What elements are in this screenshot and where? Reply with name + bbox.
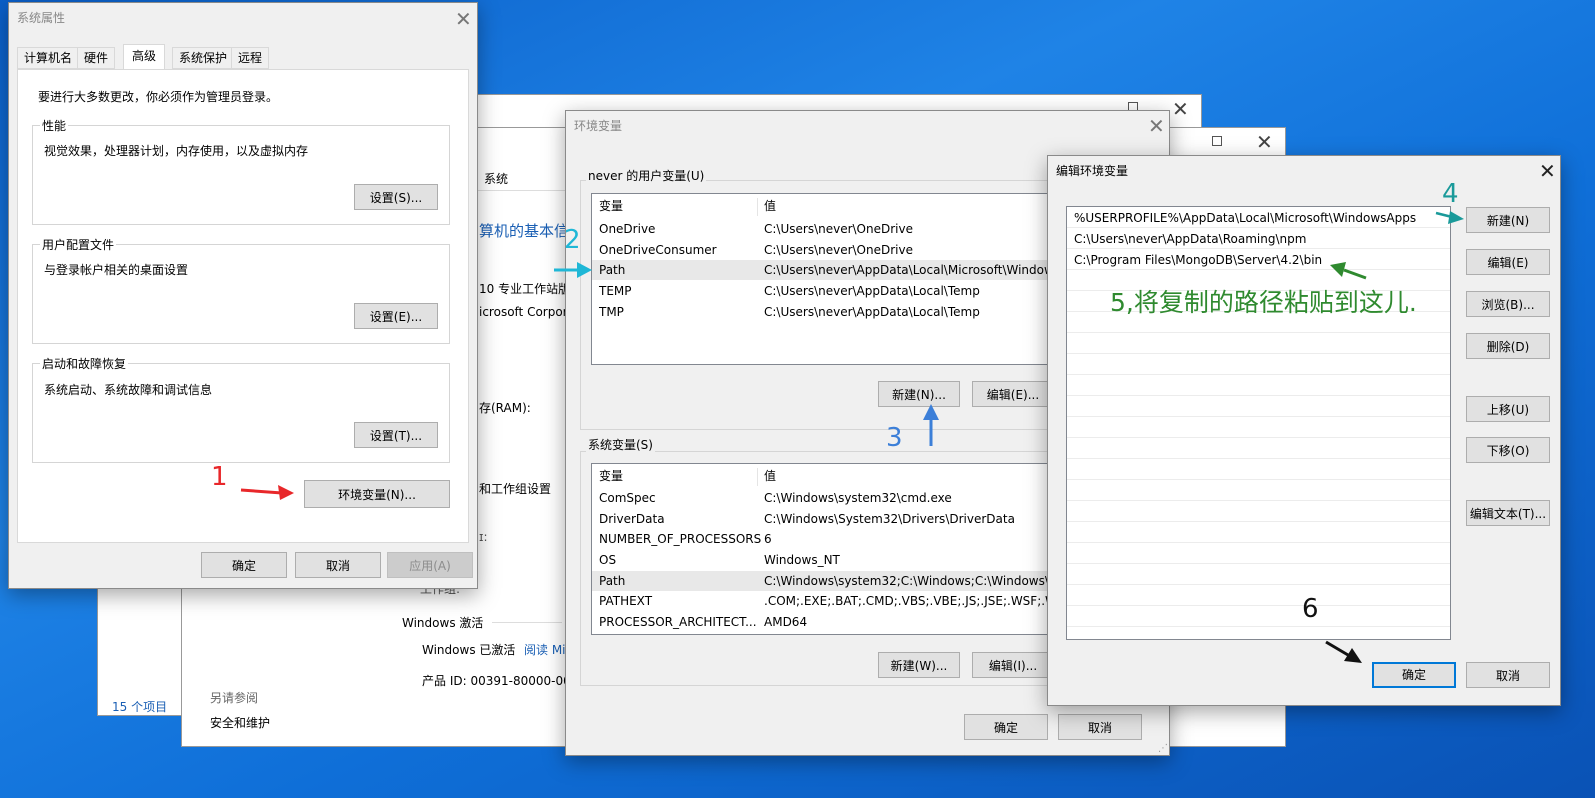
profiles-settings-button[interactable]: 设置(E)... <box>354 303 438 329</box>
dialog-title: 编辑环境变量 <box>1056 164 1129 178</box>
performance-desc: 视觉效果，处理器计划，内存使用，以及虚拟内存 <box>44 144 309 158</box>
profiles-desc: 与登录帐户相关的桌面设置 <box>44 263 189 277</box>
move-down-button[interactable]: 下移(O) <box>1466 437 1550 463</box>
performance-settings-button[interactable]: 设置(S)... <box>354 184 438 210</box>
dialog-title: 系统属性 <box>17 11 66 25</box>
move-up-button[interactable]: 上移(U) <box>1466 396 1550 422</box>
tab-advanced[interactable]: 高级 <box>123 44 166 70</box>
items-count: 15 个项目 <box>112 700 168 714</box>
edit-button[interactable]: 编辑(E) <box>1466 249 1550 275</box>
step-6-label: 6 <box>1302 594 1319 624</box>
system-edit-button[interactable]: 编辑(I)... <box>972 652 1054 678</box>
ram-label: 存(RAM): <box>479 401 531 415</box>
step-1-label: 1 <box>211 462 228 492</box>
column-header-value[interactable]: 值 <box>764 466 776 486</box>
column-divider <box>757 468 758 486</box>
cancel-button[interactable]: 取消 <box>295 552 381 578</box>
delete-button[interactable]: 删除(D) <box>1466 333 1550 359</box>
tab-hardware[interactable]: 硬件 <box>77 47 116 69</box>
security-link[interactable]: 安全和维护 <box>210 714 270 731</box>
startup-settings-button[interactable]: 设置(T)... <box>354 422 438 448</box>
column-divider <box>757 198 758 216</box>
apply-button[interactable]: 应用(A) <box>387 552 473 578</box>
tab-remote[interactable]: 远程 <box>231 47 270 69</box>
system-new-button[interactable]: 新建(W)... <box>878 652 960 678</box>
admin-note: 要进行大多数更改，你必须作为管理员登录。 <box>38 90 279 104</box>
user-new-button[interactable]: 新建(N)... <box>878 381 960 407</box>
activated-text: Windows 已激活 <box>422 643 516 657</box>
product-id: 产品 ID: 00391-80000-000 <box>422 674 579 688</box>
browse-button[interactable]: 浏览(B)... <box>1466 291 1550 317</box>
system-properties-dialog: 系统属性 ✕ 计算机名 硬件 高级 系统保护 远程 要进行大多数更改，你必须作为… <box>8 2 478 589</box>
dialog-title: 环境变量 <box>574 119 623 133</box>
frag-label: ɪ: <box>479 530 488 544</box>
tab-panel: 要进行大多数更改，你必须作为管理员登录。 性能 视觉效果，处理器计划，内存使用，… <box>17 69 469 543</box>
ok-button[interactable]: 确定 <box>1372 662 1456 688</box>
tab-computer-name[interactable]: 计算机名 <box>17 47 80 69</box>
close-icon[interactable]: ✕ <box>1256 132 1273 152</box>
ok-button[interactable]: 确定 <box>964 714 1048 740</box>
maximize-icon[interactable] <box>1212 136 1222 146</box>
user-edit-button[interactable]: 编辑(E)... <box>972 381 1054 407</box>
activation-label: Windows 激活 <box>402 616 484 630</box>
list-item[interactable]: %USERPROFILE%\AppData\Local\Microsoft\Wi… <box>1067 208 1450 228</box>
step-5-label: 5,将复制的路径粘贴到这儿. <box>1110 288 1417 317</box>
cancel-button[interactable]: 取消 <box>1058 714 1142 740</box>
edition-text: 10 专业工作站版 <box>479 282 571 296</box>
close-icon[interactable]: ✕ <box>1172 99 1189 119</box>
step-3-label: 3 <box>886 423 903 453</box>
divider <box>492 622 562 623</box>
profiles-label: 用户配置文件 <box>40 236 117 253</box>
read-link[interactable]: 阅读 Mi <box>524 641 566 658</box>
user-vars-label: never 的用户变量(U) <box>586 167 707 184</box>
column-header-value[interactable]: 值 <box>764 196 776 216</box>
resize-grip-icon[interactable]: ⋰ <box>1158 743 1168 754</box>
list-item[interactable]: C:\Users\never\AppData\Roaming\npm <box>1067 229 1450 249</box>
ok-button[interactable]: 确定 <box>201 552 287 578</box>
step-2-label: 2 <box>564 225 581 255</box>
cancel-button[interactable]: 取消 <box>1466 662 1550 688</box>
path-entries-list[interactable]: %USERPROFILE%\AppData\Local\Microsoft\Wi… <box>1066 206 1451 640</box>
performance-label: 性能 <box>40 117 69 134</box>
breadcrumb[interactable]: 系统 <box>484 170 508 187</box>
close-icon[interactable]: ✕ <box>1148 116 1165 136</box>
column-header-variable[interactable]: 变量 <box>599 196 623 216</box>
list-item[interactable]: C:\Program Files\MongoDB\Server\4.2\bin <box>1067 250 1450 270</box>
list-lines <box>1067 207 1450 639</box>
environment-variables-button[interactable]: 环境变量(N)... <box>304 480 450 508</box>
startup-label: 启动和故障恢复 <box>40 355 129 372</box>
close-icon[interactable]: ✕ <box>455 9 472 29</box>
step-4-label: 4 <box>1442 179 1459 209</box>
corp-text: icrosoft Corpor <box>479 305 568 319</box>
close-icon[interactable]: ✕ <box>1539 161 1556 181</box>
startup-desc: 系统启动、系统故障和调试信息 <box>44 383 213 397</box>
column-header-variable[interactable]: 变量 <box>599 466 623 486</box>
workgroup-label: 和工作组设置 <box>479 482 552 496</box>
new-button[interactable]: 新建(N) <box>1466 207 1550 233</box>
tab-system-protection[interactable]: 系统保护 <box>172 47 235 69</box>
page-heading: 算机的基本信 <box>479 222 570 240</box>
edit-text-button[interactable]: 编辑文本(T)... <box>1466 500 1550 526</box>
see-also-label: 另请参阅 <box>210 691 259 705</box>
system-vars-label: 系统变量(S) <box>586 436 655 453</box>
